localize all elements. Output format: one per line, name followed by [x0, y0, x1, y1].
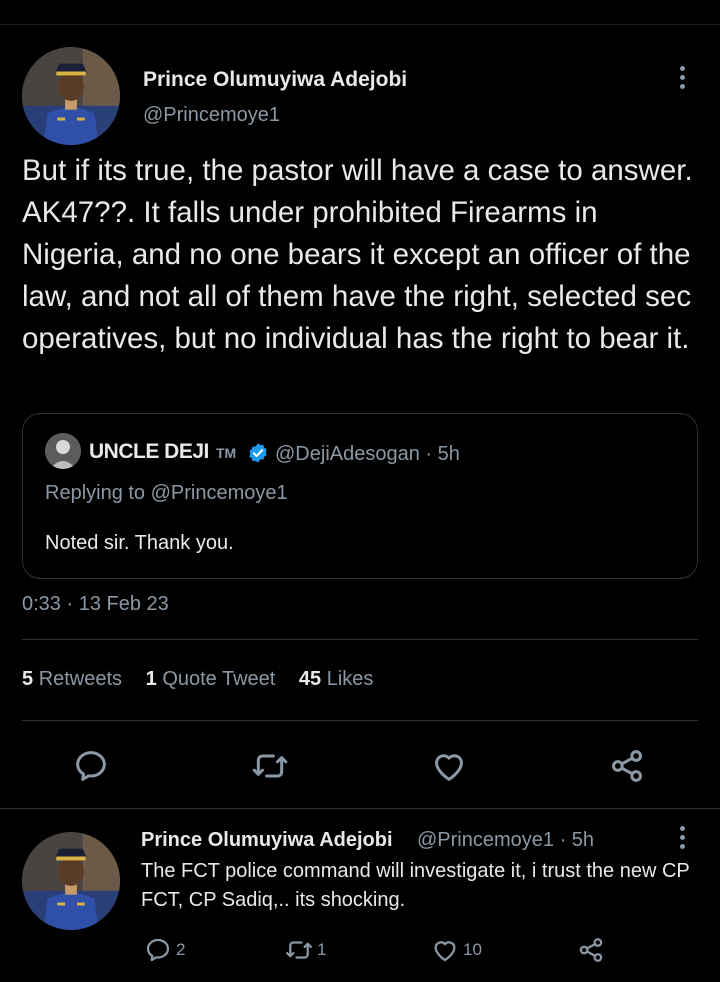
reply-reply-button[interactable]: 2	[143, 934, 185, 966]
reply-share-button[interactable]	[576, 934, 609, 966]
reply-icon	[76, 751, 106, 781]
likes-stat[interactable]: 45 Likes	[299, 668, 374, 690]
retweets-count: 5	[22, 668, 34, 690]
heart-icon	[434, 941, 456, 962]
author-avatar[interactable]	[22, 47, 120, 145]
more-vertical-icon[interactable]	[678, 826, 688, 852]
like-button[interactable]	[429, 746, 469, 786]
quoted-author-name[interactable]: UNCLE DEJI	[89, 440, 209, 464]
reply-author-avatar[interactable]	[22, 832, 120, 930]
trademark-label: TM	[216, 445, 237, 461]
heart-icon	[435, 754, 463, 781]
replying-to-label: Replying to @Princemoye1	[45, 482, 288, 504]
verified-badge-icon	[249, 443, 267, 463]
quotes-count: 1	[145, 668, 157, 690]
tweet-timestamp[interactable]: 0:33 · 13 Feb 23	[22, 593, 169, 616]
like-count: 10	[463, 940, 482, 959]
reply-like-button[interactable]: 10	[430, 934, 482, 966]
likes-label: Likes	[326, 668, 374, 690]
quoted-tweet[interactable]: UNCLE DEJI TM @DejiAdesogan · 5h Replyin…	[22, 413, 698, 579]
top-divider	[0, 24, 720, 25]
share-icon	[612, 750, 642, 782]
retweet-icon	[286, 941, 312, 959]
tweet-stats: 5 Retweets 1 Quote Tweet 45 Likes	[22, 668, 391, 691]
author-handle[interactable]: @Princemoye1	[143, 104, 280, 127]
tweet-separator	[0, 808, 720, 809]
retweets-label: Retweets	[38, 668, 123, 690]
more-vertical-icon[interactable]	[678, 66, 688, 92]
reply-author-handle[interactable]: @Princemoye1 · 5h	[417, 829, 594, 852]
retweet-icon	[252, 754, 288, 778]
reply-count: 2	[176, 940, 186, 959]
quoted-tweet-text: Noted sir. Thank you.	[45, 532, 234, 554]
reply-tweet-text: The FCT police command will investigate …	[141, 860, 690, 911]
retweet-count: 1	[317, 940, 327, 959]
reply-icon	[146, 938, 170, 962]
share-button[interactable]	[607, 746, 647, 786]
retweet-button[interactable]	[250, 746, 290, 786]
divider	[22, 639, 698, 640]
share-icon	[579, 938, 603, 962]
quoted-author-avatar[interactable]	[45, 433, 81, 469]
quoted-author-handle[interactable]: @DejiAdesogan · 5h	[275, 443, 460, 466]
likes-count: 45	[298, 668, 322, 690]
reply-retweet-button[interactable]: 1	[284, 934, 326, 966]
quotes-label: Quote Tweet	[162, 668, 276, 690]
tweet-text: But if its true, the pastor will have a …	[22, 154, 693, 355]
retweets-stat[interactable]: 5 Retweets	[22, 668, 122, 690]
reply-button[interactable]	[71, 746, 111, 786]
divider	[22, 720, 698, 721]
quotes-stat[interactable]: 1 Quote Tweet	[146, 668, 276, 690]
reply-author-name[interactable]: Prince Olumuyiwa Adejobi	[141, 829, 393, 852]
author-name[interactable]: Prince Olumuyiwa Adejobi	[143, 68, 407, 92]
